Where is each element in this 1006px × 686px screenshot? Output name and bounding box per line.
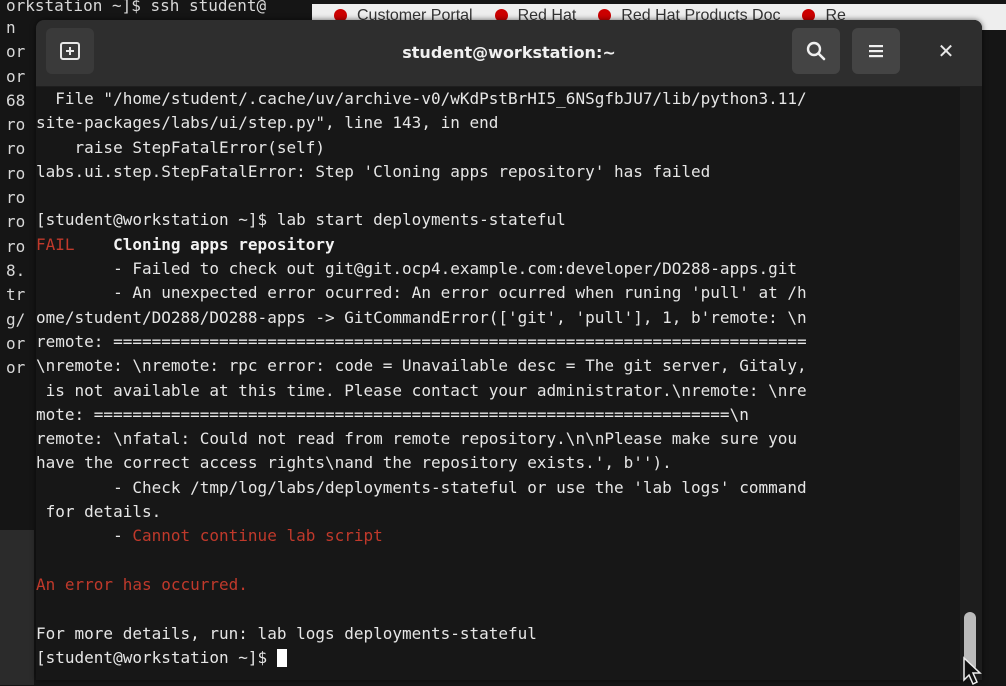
background-terminal-fragment: g/: [6, 309, 26, 329]
background-terminal-fragment: or: [6, 358, 26, 378]
terminal-line: remote: ================================…: [36, 330, 960, 354]
terminal-line: [student@workstation ~]$ lab start deplo…: [36, 208, 960, 232]
background-terminal-fragment: tr: [6, 285, 26, 305]
terminal-line: remote: \nfatal: Could not read from rem…: [36, 427, 960, 451]
terminal-text: is not available at this time. Please co…: [36, 380, 807, 400]
search-icon: [806, 41, 826, 61]
background-terminal-fragment: ro: [6, 236, 26, 256]
terminal-text: File "/home/student/.cache/uv/archive-v0…: [36, 89, 807, 108]
background-terminal-fragment: or: [6, 333, 26, 353]
terminal-text: \nremote: \nremote: rpc error: code = Un…: [36, 356, 807, 376]
terminal-line: - Check /tmp/log/labs/deployments-statef…: [36, 476, 960, 500]
terminal-text: - Failed to check out git@git.ocp4.examp…: [36, 259, 797, 279]
terminal-text: For more details, run: lab logs deployme…: [36, 623, 537, 643]
new-tab-button[interactable]: [46, 28, 94, 74]
terminal-text: raise StepFatalError(self): [36, 137, 325, 157]
terminal-line: is not available at this time. Please co…: [36, 379, 960, 403]
background-terminal-fragment: ro: [6, 212, 26, 232]
titlebar: student@workstation:~ ✕: [36, 20, 982, 87]
terminal-line: have the correct access rights\nand the …: [36, 451, 960, 475]
terminal-line: \nremote: \nremote: rpc error: code = Un…: [36, 354, 960, 378]
background-terminal-fragment: or: [6, 42, 26, 62]
terminal-text: Cloning apps repository: [113, 234, 335, 254]
terminal-line: [student@workstation ~]$: [36, 646, 960, 670]
terminal-text: for details.: [36, 502, 162, 522]
terminal-line: site-packages/labs/ui/step.py", line 143…: [36, 111, 960, 135]
terminal-text: ome/student/DO288/DO288-apps -> GitComma…: [36, 307, 807, 327]
terminal-text: - An unexpected error ocurred: An error …: [36, 283, 807, 303]
terminal-line: For more details, run: lab logs deployme…: [36, 622, 960, 646]
terminal-text: - Check /tmp/log/labs/deployments-statef…: [36, 477, 807, 497]
terminal-line: An error has occurred.: [36, 573, 960, 597]
terminal-line: labs.ui.step.StepFatalError: Step 'Cloni…: [36, 160, 960, 184]
terminal-text: -: [36, 526, 133, 546]
background-terminal-column: n or or 68 ro ro ro ro ro ro 8. tr g/or or: [6, 16, 25, 380]
close-icon: ✕: [937, 39, 955, 63]
terminal-output[interactable]: File "/home/student/.cache/uv/archive-v0…: [36, 87, 960, 680]
background-terminal-fragment: ro: [6, 139, 26, 159]
error-text: An error has occurred.: [36, 574, 248, 594]
background-terminal-fragment: 68: [6, 90, 26, 110]
background-terminal-fragment: n: [6, 18, 16, 37]
terminal-text: [student@workstation ~]$: [36, 647, 277, 667]
mouse-pointer-icon: [963, 656, 982, 686]
background-terminal-fragment: 8.: [6, 260, 26, 280]
terminal-line: FAIL Cloning apps repository: [36, 233, 960, 257]
terminal-line: for details.: [36, 500, 960, 524]
terminal-text: remote: ================================…: [36, 331, 807, 351]
menu-button[interactable]: [852, 28, 900, 74]
terminal-cursor: [276, 649, 287, 668]
error-text: Cannot continue lab script: [132, 526, 383, 546]
terminal-text: [student@workstation ~]$ lab start deplo…: [36, 210, 566, 230]
terminal-window: student@workstation:~ ✕ File "/home/stud…: [36, 20, 982, 680]
terminal-line: File "/home/student/.cache/uv/archive-v0…: [36, 87, 960, 111]
terminal-text: have the correct access rights\nand the …: [36, 453, 672, 473]
close-button[interactable]: ✕: [922, 28, 970, 74]
terminal-line: - Failed to check out git@git.ocp4.examp…: [36, 257, 960, 281]
background-panel: [0, 530, 34, 685]
window-title: student@workstation:~: [402, 43, 616, 62]
background-terminal-fragment: ro: [6, 163, 26, 183]
fail-label: FAIL: [36, 234, 75, 254]
terminal-text: labs.ui.step.StepFatalError: Step 'Cloni…: [36, 161, 711, 181]
terminal-line: - An unexpected error ocurred: An error …: [36, 281, 960, 305]
terminal-text: site-packages/labs/ui/step.py", line 143…: [36, 113, 499, 133]
background-terminal-topline: orkstation ~]$ ssh student@: [6, 0, 267, 15]
background-terminal-fragment: or: [6, 66, 26, 86]
terminal-line: ome/student/DO288/DO288-apps -> GitComma…: [36, 306, 960, 330]
terminal-line: raise StepFatalError(self): [36, 136, 960, 160]
terminal-text: remote: \nfatal: Could not read from rem…: [36, 429, 797, 449]
background-terminal-fragment: ro: [6, 188, 26, 208]
new-tab-icon: [60, 42, 80, 60]
terminal-text: mote: ==================================…: [36, 404, 749, 424]
background-terminal-fragment: ro: [6, 115, 26, 135]
terminal-line: mote: ==================================…: [36, 403, 960, 427]
search-button[interactable]: [792, 28, 840, 74]
hamburger-menu-icon: [869, 45, 883, 58]
terminal-line: - Cannot continue lab script: [36, 524, 960, 548]
scrollbar[interactable]: [960, 87, 982, 680]
